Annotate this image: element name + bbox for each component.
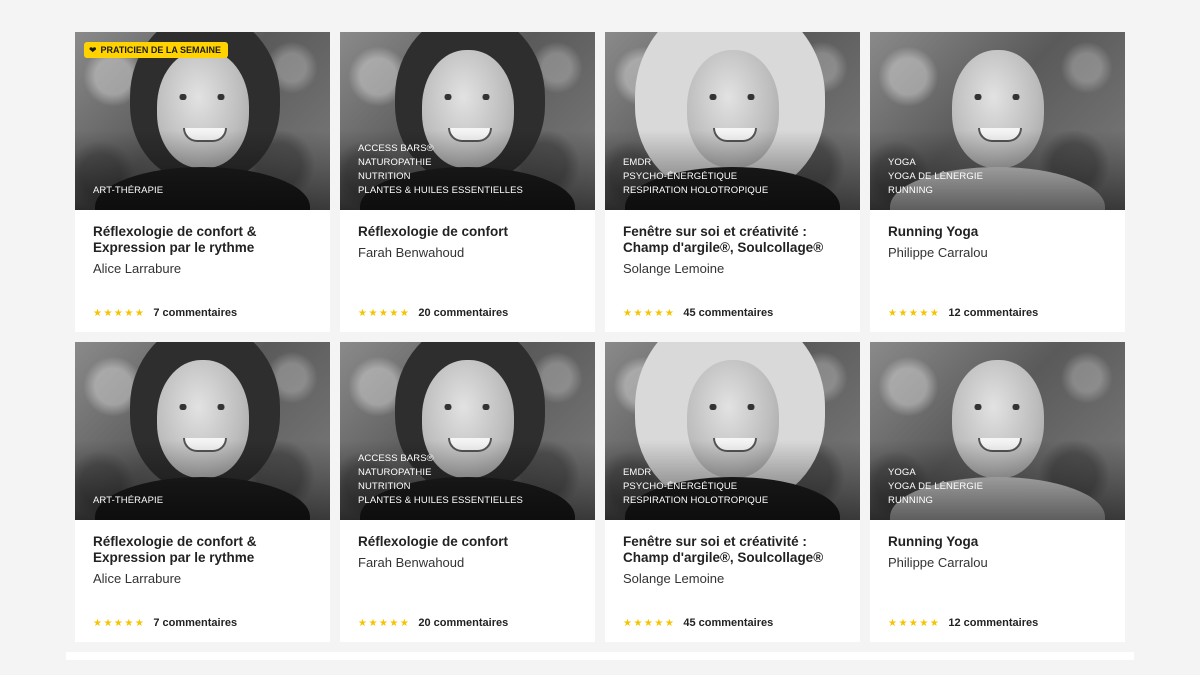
comments-count[interactable]: 20 commentaires <box>418 617 508 629</box>
tag: RESPIRATION HOLOTROPIQUE <box>623 495 769 506</box>
tag-list: ART-THÉRAPIE <box>93 494 163 508</box>
tag: PLANTES & HUILES ESSENTIELLES <box>358 495 523 506</box>
star-rating-icon: ★★★★★ <box>623 307 676 319</box>
practitioner-photo: ART-THÉRAPIE <box>75 342 330 520</box>
card-title[interactable]: Running Yoga <box>888 224 1107 240</box>
rating: ★★★★★ 12 commentaires <box>888 617 1038 629</box>
practitioner-card[interactable]: ACCESS BARS® NATUROPATHIE NUTRITION PLAN… <box>340 32 595 332</box>
card-title[interactable]: Réflexologie de confort & Expression par… <box>93 534 312 566</box>
tag-list: YOGA YOGA DE LÉNERGIE RUNNING <box>888 156 983 198</box>
practitioner-photo: EMDR PSYCHO-ÉNERGÉTIQUE RESPIRATION HOLO… <box>605 32 860 210</box>
practitioner-name: Farah Benwahoud <box>358 245 465 260</box>
practitioner-card[interactable]: ❤ PRATICIEN DE LA SEMAINE ART-THÉRAPIE R… <box>75 32 330 332</box>
tag: RUNNING <box>888 185 934 196</box>
tag-list: ACCESS BARS® NATUROPATHIE NUTRITION PLAN… <box>358 142 523 198</box>
tag-list: ART-THÉRAPIE <box>93 184 163 198</box>
practitioner-name: Solange Lemoine <box>623 571 725 586</box>
star-rating-icon: ★★★★★ <box>93 617 146 629</box>
practitioner-grid: ❤ PRATICIEN DE LA SEMAINE ART-THÉRAPIE R… <box>75 32 1125 642</box>
practitioner-photo: YOGA YOGA DE LÉNERGIE RUNNING <box>870 342 1125 520</box>
practitioner-name: Farah Benwahoud <box>358 555 465 570</box>
card-title[interactable]: Réflexologie de confort <box>358 534 577 550</box>
rating: ★★★★★ 20 commentaires <box>358 307 508 319</box>
comments-count[interactable]: 12 commentaires <box>948 617 1038 629</box>
practitioner-name: Alice Larrabure <box>93 261 182 276</box>
practitioner-photo: ACCESS BARS® NATUROPATHIE NUTRITION PLAN… <box>340 32 595 210</box>
practitioner-card[interactable]: EMDR PSYCHO-ÉNERGÉTIQUE RESPIRATION HOLO… <box>605 342 860 642</box>
tag: NATUROPATHIE <box>358 157 432 168</box>
tag: NUTRITION <box>358 171 411 182</box>
comments-count[interactable]: 20 commentaires <box>418 307 508 319</box>
tag: ART-THÉRAPIE <box>93 185 164 196</box>
card-title[interactable]: Réflexologie de confort <box>358 224 577 240</box>
star-rating-icon: ★★★★★ <box>358 617 411 629</box>
star-rating-icon: ★★★★★ <box>93 307 146 319</box>
practitioner-name: Solange Lemoine <box>623 261 725 276</box>
comments-count[interactable]: 45 commentaires <box>683 307 773 319</box>
practitioner-card[interactable]: YOGA YOGA DE LÉNERGIE RUNNING Running Yo… <box>870 32 1125 332</box>
tag: PLANTES & HUILES ESSENTIELLES <box>358 185 523 196</box>
card-title[interactable]: Running Yoga <box>888 534 1107 550</box>
tag: PSYCHO-ÉNERGÉTIQUE <box>623 171 738 182</box>
star-rating-icon: ★★★★★ <box>623 617 676 629</box>
tag: EMDR <box>623 157 652 168</box>
tag-list: EMDR PSYCHO-ÉNERGÉTIQUE RESPIRATION HOLO… <box>623 156 768 198</box>
tag: ACCESS BARS® <box>358 143 434 154</box>
tag: NUTRITION <box>358 481 411 492</box>
rating: ★★★★★ 7 commentaires <box>93 617 237 629</box>
rating: ★★★★★ 45 commentaires <box>623 617 773 629</box>
practitioner-card[interactable]: ACCESS BARS® NATUROPATHIE NUTRITION PLAN… <box>340 342 595 642</box>
card-title[interactable]: Fenêtre sur soi et créativité : Champ d'… <box>623 534 842 566</box>
card-title[interactable]: Réflexologie de confort & Expression par… <box>93 224 312 256</box>
tag: RUNNING <box>888 495 934 506</box>
practitioner-name: Alice Larrabure <box>93 571 182 586</box>
rating: ★★★★★ 7 commentaires <box>93 307 237 319</box>
star-rating-icon: ★★★★★ <box>358 307 411 319</box>
tag: YOGA <box>888 157 916 168</box>
practitioner-card[interactable]: EMDR PSYCHO-ÉNERGÉTIQUE RESPIRATION HOLO… <box>605 32 860 332</box>
tag: ART-THÉRAPIE <box>93 495 164 506</box>
rating: ★★★★★ 12 commentaires <box>888 307 1038 319</box>
practitioner-photo: EMDR PSYCHO-ÉNERGÉTIQUE RESPIRATION HOLO… <box>605 342 860 520</box>
tag: ACCESS BARS® <box>358 453 434 464</box>
card-title[interactable]: Fenêtre sur soi et créativité : Champ d'… <box>623 224 842 256</box>
star-rating-icon: ★★★★★ <box>888 617 941 629</box>
tag: YOGA DE LÉNERGIE <box>888 481 984 492</box>
star-rating-icon: ★★★★★ <box>888 307 941 319</box>
rating: ★★★★★ 45 commentaires <box>623 307 773 319</box>
tag: YOGA <box>888 467 916 478</box>
comments-count[interactable]: 7 commentaires <box>153 617 237 629</box>
rating: ★★★★★ 20 commentaires <box>358 617 508 629</box>
tag-list: YOGA YOGA DE LÉNERGIE RUNNING <box>888 466 983 508</box>
practitioner-name: Philippe Carralou <box>888 245 988 260</box>
comments-count[interactable]: 12 commentaires <box>948 307 1038 319</box>
practitioner-card[interactable]: YOGA YOGA DE LÉNERGIE RUNNING Running Yo… <box>870 342 1125 642</box>
practitioner-card[interactable]: ART-THÉRAPIE Réflexologie de confort & E… <box>75 342 330 642</box>
tag-list: ACCESS BARS® NATUROPATHIE NUTRITION PLAN… <box>358 452 523 508</box>
practitioner-photo: ❤ PRATICIEN DE LA SEMAINE ART-THÉRAPIE <box>75 32 330 210</box>
comments-count[interactable]: 7 commentaires <box>153 307 237 319</box>
featured-badge: ❤ PRATICIEN DE LA SEMAINE <box>84 42 229 58</box>
practitioner-photo: YOGA YOGA DE LÉNERGIE RUNNING <box>870 32 1125 210</box>
tag-list: EMDR PSYCHO-ÉNERGÉTIQUE RESPIRATION HOLO… <box>623 466 768 508</box>
tag: NATUROPATHIE <box>358 467 432 478</box>
tag: RESPIRATION HOLOTROPIQUE <box>623 185 769 196</box>
practitioner-name: Philippe Carralou <box>888 555 988 570</box>
heart-icon: ❤ <box>89 44 97 55</box>
tag: PSYCHO-ÉNERGÉTIQUE <box>623 481 738 492</box>
section-footer-bar <box>66 652 1134 660</box>
comments-count[interactable]: 45 commentaires <box>683 617 773 629</box>
featured-badge-label: PRATICIEN DE LA SEMAINE <box>100 45 222 55</box>
tag: EMDR <box>623 467 652 478</box>
tag: YOGA DE LÉNERGIE <box>888 171 984 182</box>
practitioner-photo: ACCESS BARS® NATUROPATHIE NUTRITION PLAN… <box>340 342 595 520</box>
